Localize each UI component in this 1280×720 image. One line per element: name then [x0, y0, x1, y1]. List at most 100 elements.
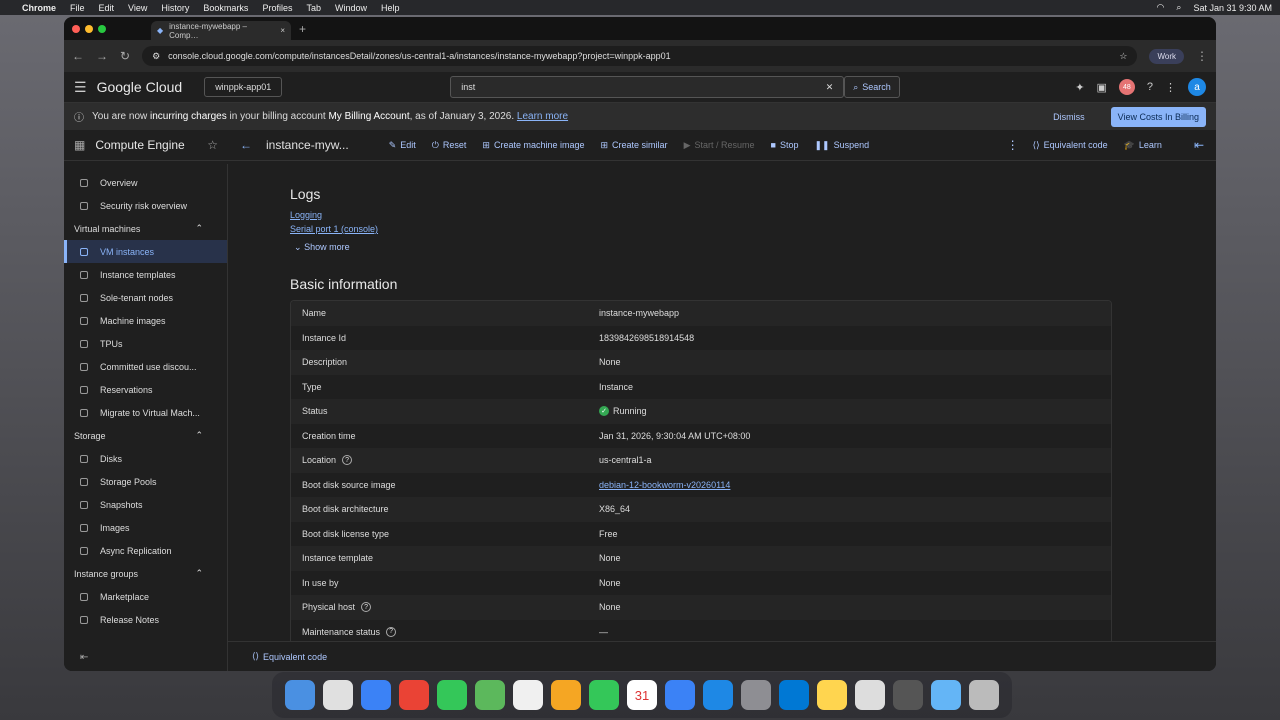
- sidebar-item-reservations[interactable]: Reservations: [64, 378, 227, 401]
- quicktime-icon[interactable]: [893, 680, 923, 710]
- sidebar-item-migrate[interactable]: Migrate to Virtual Mach...: [64, 401, 227, 424]
- back-icon[interactable]: ←: [72, 49, 84, 63]
- learn-button[interactable]: 🎓 Learn: [1124, 140, 1162, 151]
- sidebar-item-committed-use[interactable]: Committed use discou...: [64, 355, 227, 378]
- google-cloud-logo[interactable]: Google Cloud: [97, 79, 183, 95]
- wifi-icon[interactable]: ◠: [1157, 2, 1165, 13]
- sidebar-item-storage-pools[interactable]: Storage Pools: [64, 470, 227, 493]
- cloud-shell-icon[interactable]: ▣: [1096, 81, 1106, 94]
- menu-history[interactable]: History: [161, 3, 189, 13]
- notifications-badge[interactable]: 48: [1118, 79, 1135, 95]
- sidebar-section-virtual-machines[interactable]: Virtual machines ⌃: [64, 217, 227, 240]
- trash-icon[interactable]: [969, 680, 999, 710]
- app-store-icon[interactable]: [703, 680, 733, 710]
- help-icon[interactable]: ?: [1147, 81, 1153, 93]
- messages-icon[interactable]: [437, 680, 467, 710]
- serial-port-link[interactable]: Serial port 1 (console): [290, 224, 378, 234]
- menu-profiles[interactable]: Profiles: [262, 3, 292, 13]
- sidebar-item-sole-tenant[interactable]: Sole-tenant nodes: [64, 286, 227, 309]
- close-window-button[interactable]: [72, 24, 80, 33]
- search-button[interactable]: ⌕ Search: [844, 76, 900, 98]
- sidebar-section-instance-groups[interactable]: Instance groups ⌃: [64, 562, 227, 585]
- edit-button[interactable]: ✎ Edit: [389, 140, 416, 151]
- menu-chrome[interactable]: Chrome: [22, 3, 56, 13]
- reload-icon[interactable]: ↻: [120, 49, 130, 63]
- view-costs-button[interactable]: View Costs In Billing: [1110, 106, 1206, 127]
- pin-star-icon[interactable]: ☆: [207, 138, 218, 152]
- sidebar-item-security-risk[interactable]: Security risk overview: [64, 194, 227, 217]
- sidebar-item-disks[interactable]: Disks: [64, 447, 227, 470]
- show-more-button[interactable]: ⌄ Show more: [290, 242, 378, 253]
- collapse-panel-icon[interactable]: ⇤: [1194, 138, 1204, 152]
- notes-icon[interactable]: [817, 680, 847, 710]
- menubar-clock[interactable]: Sat Jan 31 9:30 AM: [1193, 3, 1272, 13]
- boot-image-link[interactable]: debian-12-bookworm-v20260114: [599, 480, 730, 490]
- menu-help[interactable]: Help: [381, 3, 400, 13]
- collapse-sidebar-icon[interactable]: ⇤: [80, 652, 88, 663]
- help-icon[interactable]: ?: [361, 602, 372, 613]
- new-tab-button[interactable]: +: [299, 22, 306, 36]
- menu-bookmarks[interactable]: Bookmarks: [203, 3, 248, 13]
- reset-button[interactable]: ⏻ Reset: [432, 140, 467, 151]
- calendar-icon[interactable]: 31: [627, 680, 657, 710]
- menu-edit[interactable]: Edit: [99, 3, 115, 13]
- more-actions-icon[interactable]: ⋮: [1007, 138, 1019, 152]
- url-bar[interactable]: ⚙ console.cloud.google.com/compute/insta…: [142, 46, 1138, 66]
- menu-tab[interactable]: Tab: [306, 3, 321, 13]
- hamburger-menu-icon[interactable]: ☰: [74, 79, 87, 96]
- vscode-icon[interactable]: [779, 680, 809, 710]
- help-icon[interactable]: ?: [386, 626, 397, 637]
- logging-link[interactable]: Logging: [290, 210, 378, 220]
- sidebar-section-storage[interactable]: Storage ⌃: [64, 424, 227, 447]
- search-input[interactable]: inst ✕: [450, 76, 845, 98]
- system-settings-icon[interactable]: [741, 680, 771, 710]
- sidebar-item-snapshots[interactable]: Snapshots: [64, 493, 227, 516]
- footer-equivalent-code-button[interactable]: Equivalent code: [263, 652, 327, 662]
- site-info-icon[interactable]: ⚙: [152, 51, 160, 62]
- close-tab-icon[interactable]: ×: [280, 26, 285, 35]
- help-icon[interactable]: ?: [342, 455, 353, 466]
- minimize-window-button[interactable]: [85, 24, 93, 33]
- clear-search-icon[interactable]: ✕: [826, 82, 834, 93]
- menu-window[interactable]: Window: [335, 3, 367, 13]
- photos-icon[interactable]: [551, 680, 581, 710]
- menu-view[interactable]: View: [128, 3, 147, 13]
- dismiss-button[interactable]: Dismiss: [1053, 112, 1085, 122]
- sidebar-item-machine-images[interactable]: Machine images: [64, 309, 227, 332]
- forward-icon[interactable]: →: [96, 49, 108, 63]
- browser-tab[interactable]: ◆ instance-mywebapp – Comp… ×: [151, 21, 291, 40]
- safari-icon[interactable]: [361, 680, 391, 710]
- sidebar-item-instance-templates[interactable]: Instance templates: [64, 263, 227, 286]
- downloads-icon[interactable]: [931, 680, 961, 710]
- browser-menu-icon[interactable]: ⋮: [1196, 49, 1208, 63]
- equivalent-code-button[interactable]: ⟨⟩ Equivalent code: [1033, 140, 1108, 151]
- stop-button[interactable]: ■ Stop: [771, 140, 799, 150]
- mail-icon[interactable]: [665, 680, 695, 710]
- avatar[interactable]: a: [1188, 78, 1206, 96]
- suspend-button[interactable]: ❚❚ Suspend: [814, 140, 869, 151]
- launchpad-icon[interactable]: [323, 680, 353, 710]
- finder-icon[interactable]: [285, 680, 315, 710]
- sidebar-item-release-notes[interactable]: Release Notes: [64, 608, 227, 631]
- gemini-icon[interactable]: ✦: [1075, 81, 1084, 94]
- sidebar-item-overview[interactable]: Overview: [64, 171, 227, 194]
- maps-icon[interactable]: [475, 680, 505, 710]
- learn-more-link[interactable]: Learn more: [517, 111, 568, 122]
- bookmark-star-icon[interactable]: ☆: [1119, 51, 1127, 62]
- back-arrow-icon[interactable]: ←: [240, 138, 252, 152]
- menu-file[interactable]: File: [70, 3, 85, 13]
- textedit-icon[interactable]: [855, 680, 885, 710]
- zoom-window-button[interactable]: [98, 24, 106, 33]
- freeform-icon[interactable]: [513, 680, 543, 710]
- sidebar-item-async-replication[interactable]: Async Replication: [64, 539, 227, 562]
- search-icon[interactable]: ⌕: [1176, 2, 1181, 13]
- create-similar-button[interactable]: ⊞ Create similar: [601, 140, 668, 151]
- project-selector[interactable]: winppk-app01: [204, 77, 283, 97]
- chrome-icon[interactable]: [399, 680, 429, 710]
- profile-pill[interactable]: Work: [1149, 48, 1184, 64]
- settings-dots-icon[interactable]: ⋮: [1165, 81, 1176, 94]
- sidebar-item-marketplace[interactable]: Marketplace: [64, 585, 227, 608]
- sidebar-item-tpus[interactable]: TPUs: [64, 332, 227, 355]
- sidebar-item-vm-instances[interactable]: VM instances: [64, 240, 227, 263]
- sidebar-item-images[interactable]: Images: [64, 516, 227, 539]
